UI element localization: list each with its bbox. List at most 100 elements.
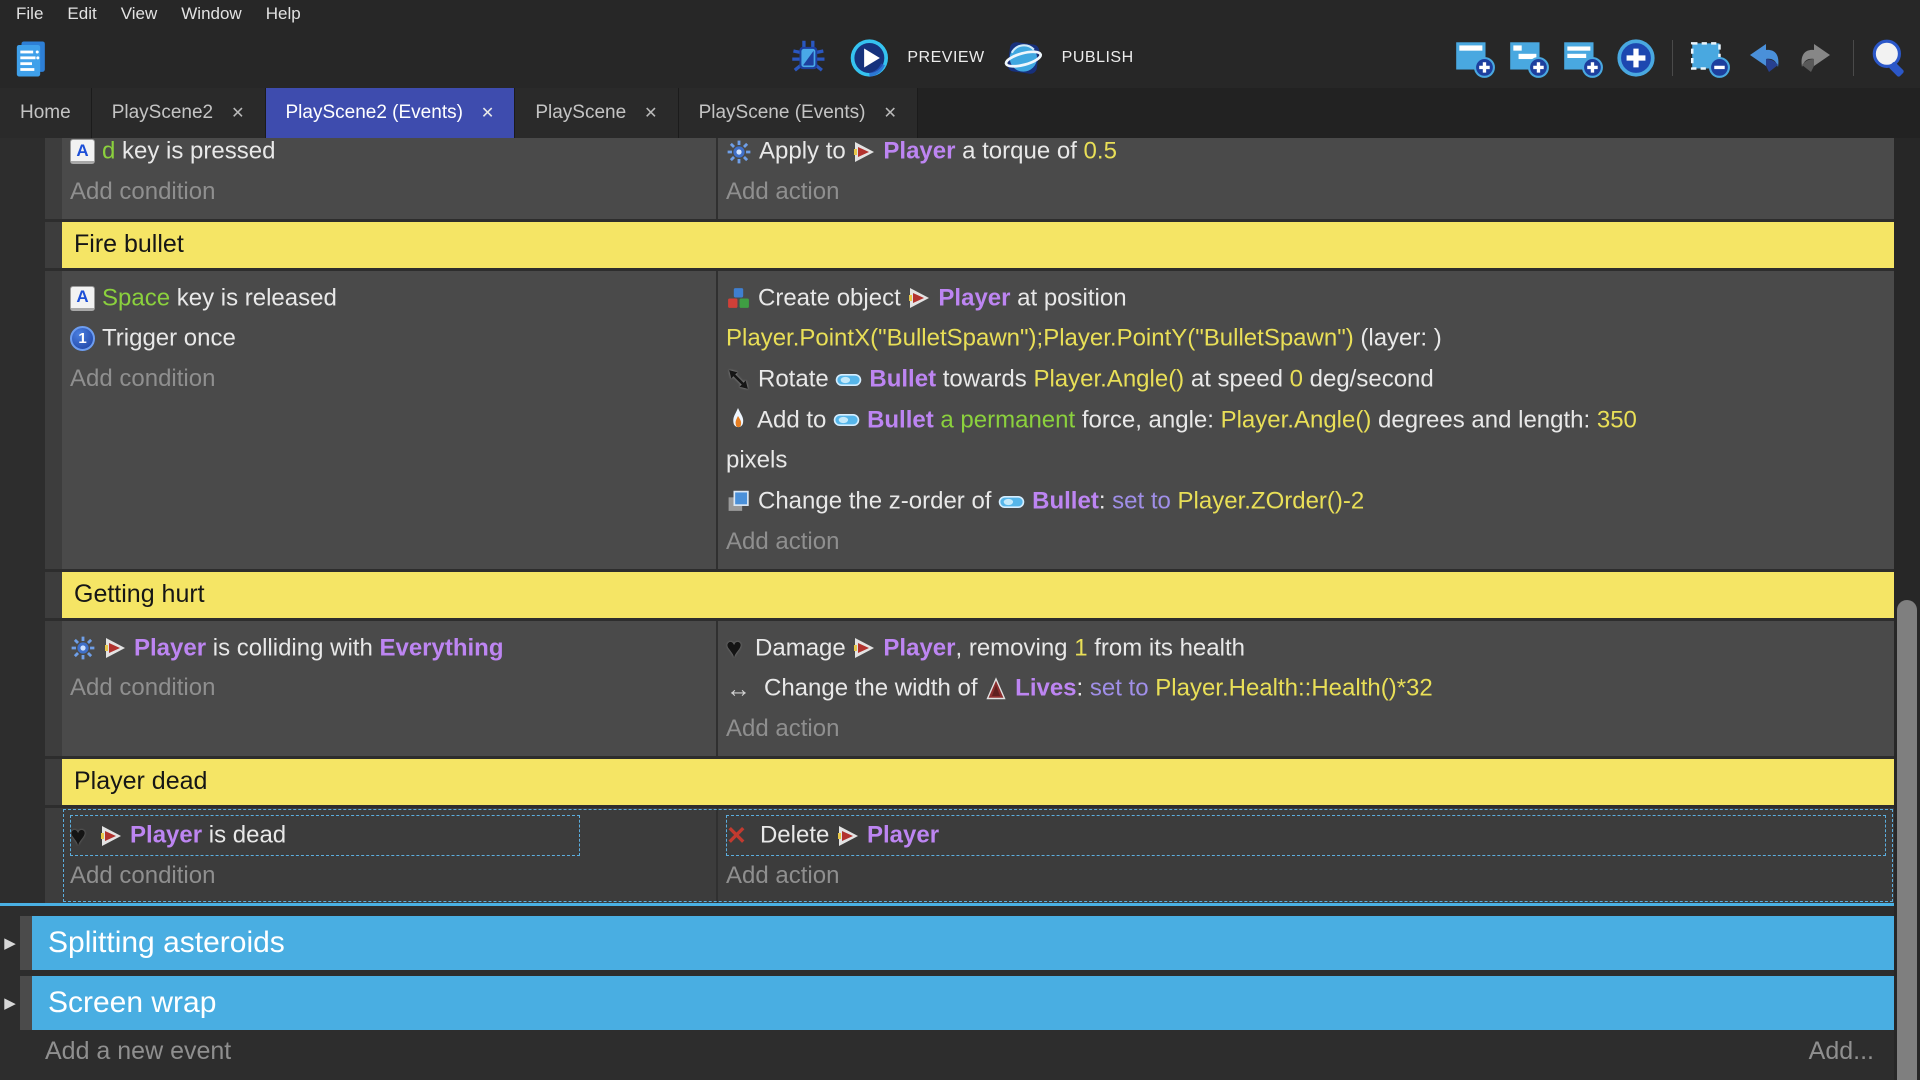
standard-event[interactable]: Player is colliding with EverythingAdd c… bbox=[62, 621, 1894, 756]
add-circle-icon[interactable] bbox=[1614, 36, 1658, 80]
add-menu-button[interactable]: Add... bbox=[1809, 1037, 1874, 1066]
undo-icon[interactable] bbox=[1741, 36, 1785, 80]
add-event-icon[interactable] bbox=[1452, 36, 1496, 80]
preview-button[interactable]: PREVIEW bbox=[848, 37, 984, 79]
menu-edit[interactable]: Edit bbox=[55, 4, 108, 24]
tab-playscene2[interactable]: PlayScene2✕ bbox=[92, 88, 266, 138]
instruction-text: set to bbox=[1090, 675, 1155, 702]
action-instruction[interactable]: ✕Delete Player bbox=[726, 815, 1886, 856]
instruction-text: : bbox=[1077, 675, 1090, 702]
collapse-arrow-icon[interactable]: ▶ bbox=[0, 976, 20, 1030]
instruction-text: towards bbox=[936, 366, 1033, 393]
instruction-text: at position bbox=[1010, 284, 1126, 311]
action-instruction[interactable]: Player.PointX("BulletSpawn");Player.Poin… bbox=[726, 318, 1886, 359]
condition-instruction[interactable]: Ad key is pressed bbox=[70, 138, 708, 172]
remove-event-icon[interactable] bbox=[1687, 36, 1731, 80]
instruction-text: 350 bbox=[1597, 406, 1637, 433]
close-icon[interactable]: ✕ bbox=[883, 103, 896, 123]
instruction-text: Damage bbox=[755, 634, 852, 661]
action-instruction[interactable]: Apply to Player a torque of 0.5 bbox=[726, 138, 1886, 172]
add-comment-icon[interactable] bbox=[1560, 36, 1604, 80]
redo-icon[interactable] bbox=[1795, 36, 1839, 80]
group-title[interactable]: Screen wrap bbox=[32, 976, 1894, 1030]
instruction-text: from its health bbox=[1088, 634, 1245, 661]
tab-home[interactable]: Home bbox=[0, 88, 92, 138]
scrollbar-thumb[interactable] bbox=[1897, 600, 1917, 1080]
comment-text[interactable]: Player dead bbox=[62, 759, 1894, 805]
instruction-text: Add to bbox=[757, 406, 833, 433]
condition-instruction[interactable]: Player is colliding with Everything bbox=[70, 628, 708, 669]
heart-icon: ♥ bbox=[70, 816, 92, 856]
instruction-text: is dead bbox=[202, 822, 286, 849]
condition-instruction[interactable]: ♥Player is dead bbox=[70, 815, 580, 856]
row-indent bbox=[0, 572, 45, 618]
instruction-text: at speed bbox=[1184, 366, 1289, 393]
publish-button[interactable]: PUBLISH bbox=[1003, 37, 1134, 79]
menu-help[interactable]: Help bbox=[254, 4, 313, 24]
instruction-text: Bullet bbox=[1032, 488, 1099, 515]
close-icon[interactable]: ✕ bbox=[481, 103, 494, 123]
condition-instruction[interactable]: 1Trigger once bbox=[70, 318, 708, 359]
condition-instruction[interactable]: ASpace key is released bbox=[70, 278, 708, 319]
tab-playscene-events-[interactable]: PlayScene (Events) ✕ bbox=[679, 88, 918, 138]
row-indent bbox=[0, 271, 45, 569]
instruction-text: Player bbox=[883, 138, 955, 165]
debug-icon[interactable] bbox=[786, 36, 830, 80]
action-instruction[interactable]: pixels bbox=[726, 440, 1886, 481]
collapse-arrow-icon[interactable]: ▶ bbox=[0, 916, 20, 970]
trigger-once-icon: 1 bbox=[70, 326, 95, 351]
action-instruction[interactable]: Rotate Bullet towards Player.Angle() at … bbox=[726, 359, 1886, 400]
action-instruction[interactable]: Add to Bullet a permanent force, angle: … bbox=[726, 400, 1886, 441]
add-subevent-icon[interactable] bbox=[1506, 36, 1550, 80]
instruction-text: Rotate bbox=[758, 366, 835, 393]
tab-playscene2-events-[interactable]: PlayScene2 (Events)✕ bbox=[266, 88, 516, 138]
event-drag-handle[interactable] bbox=[45, 621, 62, 756]
close-icon[interactable]: ✕ bbox=[644, 103, 657, 123]
group-drag-handle[interactable] bbox=[20, 916, 32, 970]
close-icon[interactable]: ✕ bbox=[231, 103, 244, 123]
comment-row: Getting hurt bbox=[0, 572, 1894, 618]
project-manager-icon[interactable] bbox=[10, 37, 54, 81]
add-action-button[interactable]: Add action bbox=[726, 522, 1886, 562]
add-condition-button[interactable]: Add condition bbox=[70, 172, 708, 212]
event-drag-handle[interactable] bbox=[45, 271, 62, 569]
search-icon[interactable] bbox=[1868, 36, 1912, 80]
standard-event[interactable]: ASpace key is released1Trigger onceAdd c… bbox=[62, 271, 1894, 569]
menu-file[interactable]: File bbox=[4, 4, 55, 24]
group-drag-handle[interactable] bbox=[20, 976, 32, 1030]
tab-playscene[interactable]: PlayScene✕ bbox=[515, 88, 678, 138]
event-drag-handle[interactable] bbox=[45, 222, 62, 268]
comment-text[interactable]: Getting hurt bbox=[62, 572, 1894, 618]
comment-row: Player dead bbox=[0, 759, 1894, 805]
instruction-text: (layer: ) bbox=[1354, 325, 1442, 352]
add-new-event-button[interactable]: Add a new event bbox=[45, 1037, 231, 1066]
action-instruction[interactable]: ↔Change the width of Lives: set to Playe… bbox=[726, 668, 1886, 709]
instruction-text: : bbox=[1099, 488, 1112, 515]
add-action-button[interactable]: Add action bbox=[726, 172, 1886, 212]
event-drag-handle[interactable] bbox=[45, 759, 62, 805]
add-condition-button[interactable]: Add condition bbox=[70, 359, 708, 399]
event-drag-handle[interactable] bbox=[45, 572, 62, 618]
instruction-text: set to bbox=[1112, 488, 1177, 515]
standard-event[interactable]: Ad key is pressedAdd conditionApply to P… bbox=[62, 138, 1894, 219]
menu-view[interactable]: View bbox=[109, 4, 170, 24]
actions-cell: Apply to Player a torque of 0.5Add actio… bbox=[718, 138, 1894, 219]
keyboard-key-icon: A bbox=[70, 286, 95, 311]
add-action-button[interactable]: Add action bbox=[726, 856, 1886, 896]
group-title[interactable]: Splitting asteroids bbox=[32, 916, 1894, 970]
force-icon bbox=[726, 407, 750, 433]
action-instruction[interactable]: Create object Player at position bbox=[726, 278, 1886, 319]
add-condition-button[interactable]: Add condition bbox=[70, 668, 708, 708]
instruction-text: d bbox=[102, 138, 122, 165]
vertical-scrollbar[interactable] bbox=[1894, 138, 1920, 1080]
add-action-button[interactable]: Add action bbox=[726, 709, 1886, 749]
action-instruction[interactable]: ♥Damage Player, removing 1 from its heal… bbox=[726, 628, 1886, 669]
tab-label: PlayScene (Events) bbox=[699, 102, 866, 124]
standard-event[interactable]: ♥Player is deadAdd condition ✕Delete Play… bbox=[62, 808, 1894, 903]
event-drag-handle[interactable] bbox=[45, 138, 62, 219]
menu-window[interactable]: Window bbox=[169, 4, 253, 24]
action-instruction[interactable]: Change the z-order of Bullet: set to Pla… bbox=[726, 481, 1886, 522]
comment-text[interactable]: Fire bullet bbox=[62, 222, 1894, 268]
add-condition-button[interactable]: Add condition bbox=[70, 856, 708, 896]
event-drag-handle[interactable] bbox=[45, 808, 62, 903]
